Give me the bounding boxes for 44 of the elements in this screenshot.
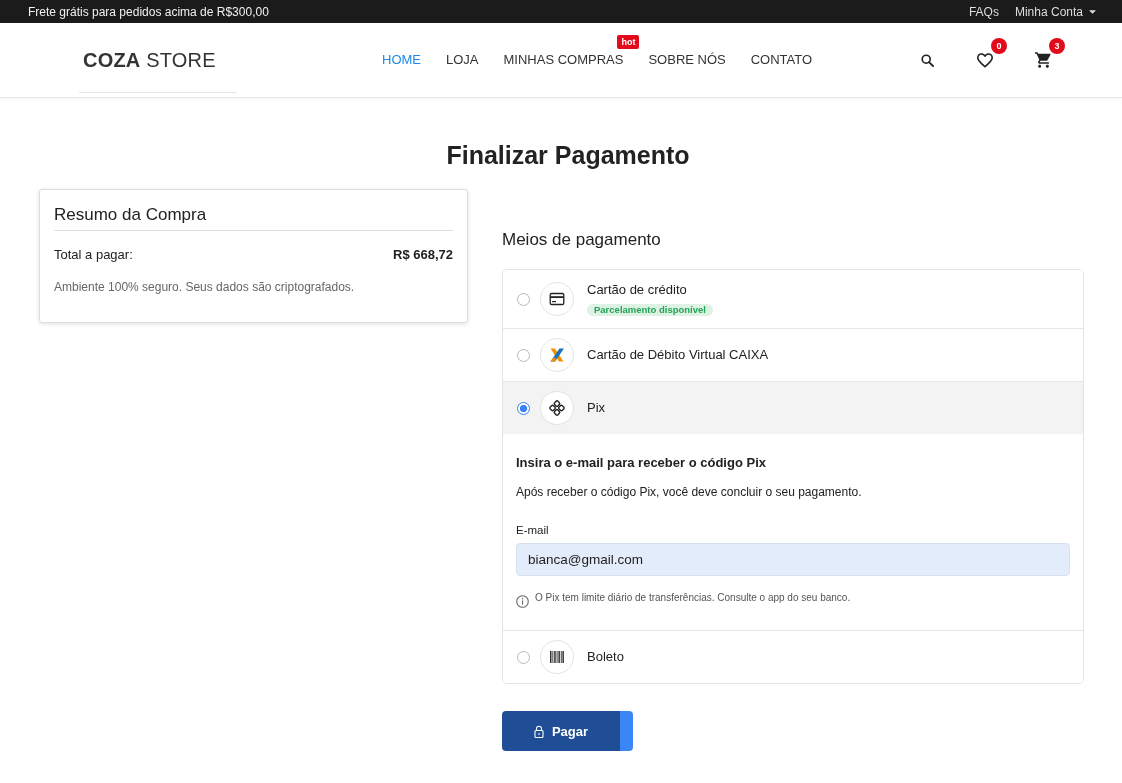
info-icon (516, 595, 529, 608)
installments-badge: Parcelamento disponível (587, 304, 713, 316)
cart-icon[interactable] (1034, 52, 1052, 68)
radio-button[interactable] (517, 348, 530, 362)
search-icon[interactable] (920, 53, 934, 67)
payment-option[interactable]: Pix (503, 381, 1083, 434)
pix-instructions: Após receber o código Pix, você deve concluir o seu pagamento. (516, 484, 863, 500)
pix-limit-hint: O Pix tem limite diário de transferências. Consulte o app do seu banco. (535, 591, 851, 604)
heart-icon[interactable] (977, 52, 993, 68)
radio-button[interactable] (517, 650, 530, 664)
nav-link[interactable]: HOME (382, 52, 421, 68)
total-label: Total a pagar: (54, 246, 133, 264)
page-title: Finalizar Pagamento (445, 140, 691, 170)
payment-option-label: Cartão de crédito (587, 282, 687, 298)
lock-icon (533, 724, 544, 738)
nav-badge: hot (617, 35, 640, 49)
promo-text: Frete grátis para pedidos acima de R$300,00 (28, 3, 269, 20)
payment-title: Meios de pagamento (502, 229, 661, 251)
nav-link[interactable]: SOBRE NÓS (648, 52, 726, 68)
credit-card-icon (540, 282, 574, 316)
barcode-icon (540, 640, 574, 674)
x-logo-icon (540, 338, 574, 372)
account-menu-link[interactable]: Minha Conta (1014, 4, 1096, 19)
payment-option-label: Boleto (587, 649, 624, 665)
total-value: R$ 668,72 (393, 246, 453, 264)
pix-heading: Insira o e-mail para receber o código Pix (516, 454, 767, 472)
payment-option-label: Pix (587, 400, 606, 416)
count-badge: 0 (991, 38, 1007, 54)
payment-option[interactable]: Boleto (503, 630, 1083, 683)
pay-button[interactable]: Pagar (502, 711, 633, 751)
email-field[interactable]: bianca@gmail.com (516, 543, 1070, 576)
radio-button[interactable] (517, 401, 530, 415)
security-note: Ambiente 100% seguro. Seus dados são criptografados. (54, 279, 356, 295)
nav-link[interactable]: LOJA (446, 52, 479, 68)
radio-button[interactable] (517, 292, 530, 306)
payment-option-label: Cartão de Débito Virtual CAIXA (587, 347, 769, 363)
summary-title: Resumo da Compra (54, 204, 208, 226)
nav-link[interactable]: CONTATO (750, 52, 813, 68)
caret-icon (1089, 9, 1096, 14)
count-badge: 3 (1049, 38, 1065, 54)
email-label: E-mail (516, 523, 550, 538)
store-logo[interactable]: COZA STORE (79, 48, 216, 71)
nav-link[interactable]: MINHAS COMPRAS (503, 52, 624, 68)
faq-link[interactable]: FAQs (968, 4, 999, 19)
